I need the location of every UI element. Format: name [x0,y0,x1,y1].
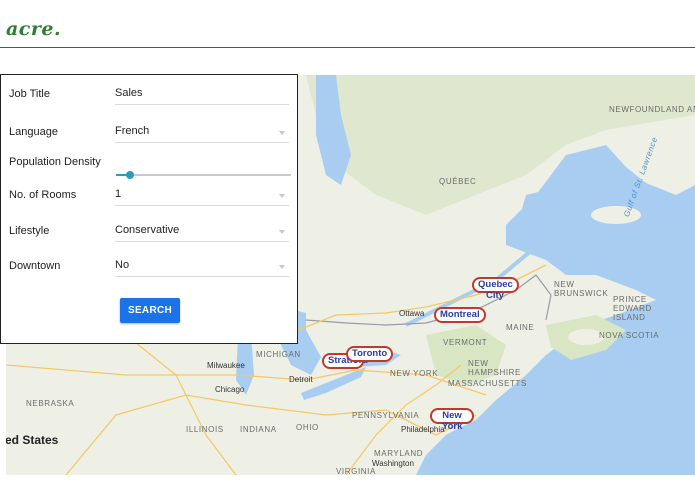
language-value: French [115,125,150,137]
region-maryland: MARYLAND [374,449,424,458]
marker-label: Toronto [352,348,388,359]
region-new-hampshire: NEW HAMPSHIRE [468,359,521,377]
region-newfoundland: NEWFOUNDLAND AND LABRADOR [609,105,695,114]
population-slider[interactable] [116,170,291,180]
slider-thumb[interactable] [126,171,134,179]
downtown-label: Downtown [9,260,61,272]
lifestyle-value: Conservative [115,224,180,236]
marker-label: Montreal [440,309,480,320]
city-washington: Washington [372,459,414,468]
region-pennsylvania: PENNSYLVANIA [352,411,420,420]
region-nebraska: NEBRASKA [26,399,75,408]
job-title-input[interactable]: Sales [115,87,289,105]
region-maine: MAINE [506,323,535,332]
marker-label: New [442,410,462,421]
region-illinois: ILLINOIS [186,425,224,434]
rooms-select[interactable]: 1 [115,188,289,206]
marker-label: Quebec [478,279,513,290]
region-massachusetts: MASSACHUSETTS [448,379,527,388]
region-pei: PRINCE EDWARD ISLAND [613,295,652,322]
chevron-down-icon [279,265,285,269]
region-new-york: NEW YORK [390,369,439,378]
lifestyle-select[interactable]: Conservative [115,224,289,242]
marker-montreal[interactable]: Montreal [434,307,486,323]
job-title-value: Sales [115,87,143,99]
region-label-newfoundland-1: NEWFOUNDLAND AND LABRADOR [609,105,695,114]
city-chicago: Chicago [215,385,245,394]
region-nova-scotia: NOVA SCOTIA [599,331,660,340]
search-button[interactable]: SEARCH [120,298,180,323]
city-philadelphia: Philadelphia [401,425,445,434]
city-detroit: Detroit [289,375,313,384]
search-form-panel: Job Title Sales Language French Populati… [0,74,298,344]
downtown-value: No [115,259,130,271]
region-indiana: INDIANA [240,425,277,434]
lifestyle-label: Lifestyle [9,225,50,237]
header: acre. [0,0,695,48]
region-new-brunswick: NEW BRUNSWICK [554,280,609,298]
language-label: Language [9,126,58,138]
chevron-down-icon [279,194,285,198]
country-label: ed States [6,433,59,447]
population-label: Population Density [9,156,101,168]
rooms-value: 1 [115,188,122,200]
region-ohio: OHIO [296,423,319,432]
downtown-select[interactable]: No [115,259,289,277]
chevron-down-icon [279,230,285,234]
marker-label-2: York [442,421,463,432]
logo[interactable]: acre. [6,18,61,40]
city-milwaukee: Milwaukee [207,361,245,370]
marker-label-2: City [486,290,504,301]
region-michigan: MICHIGAN [256,350,301,359]
job-title-label: Job Title [9,88,50,100]
language-select[interactable]: French [115,125,289,143]
region-quebec: QUÉBEC [439,177,477,186]
chevron-down-icon [279,131,285,135]
marker-toronto[interactable]: Toronto [346,346,394,362]
region-vermont: VERMONT [443,338,488,347]
city-ottawa: Ottawa [399,309,425,318]
rooms-label: No. of Rooms [9,189,77,201]
slider-track [116,174,291,176]
region-virginia: VIRGINIA [336,467,376,475]
